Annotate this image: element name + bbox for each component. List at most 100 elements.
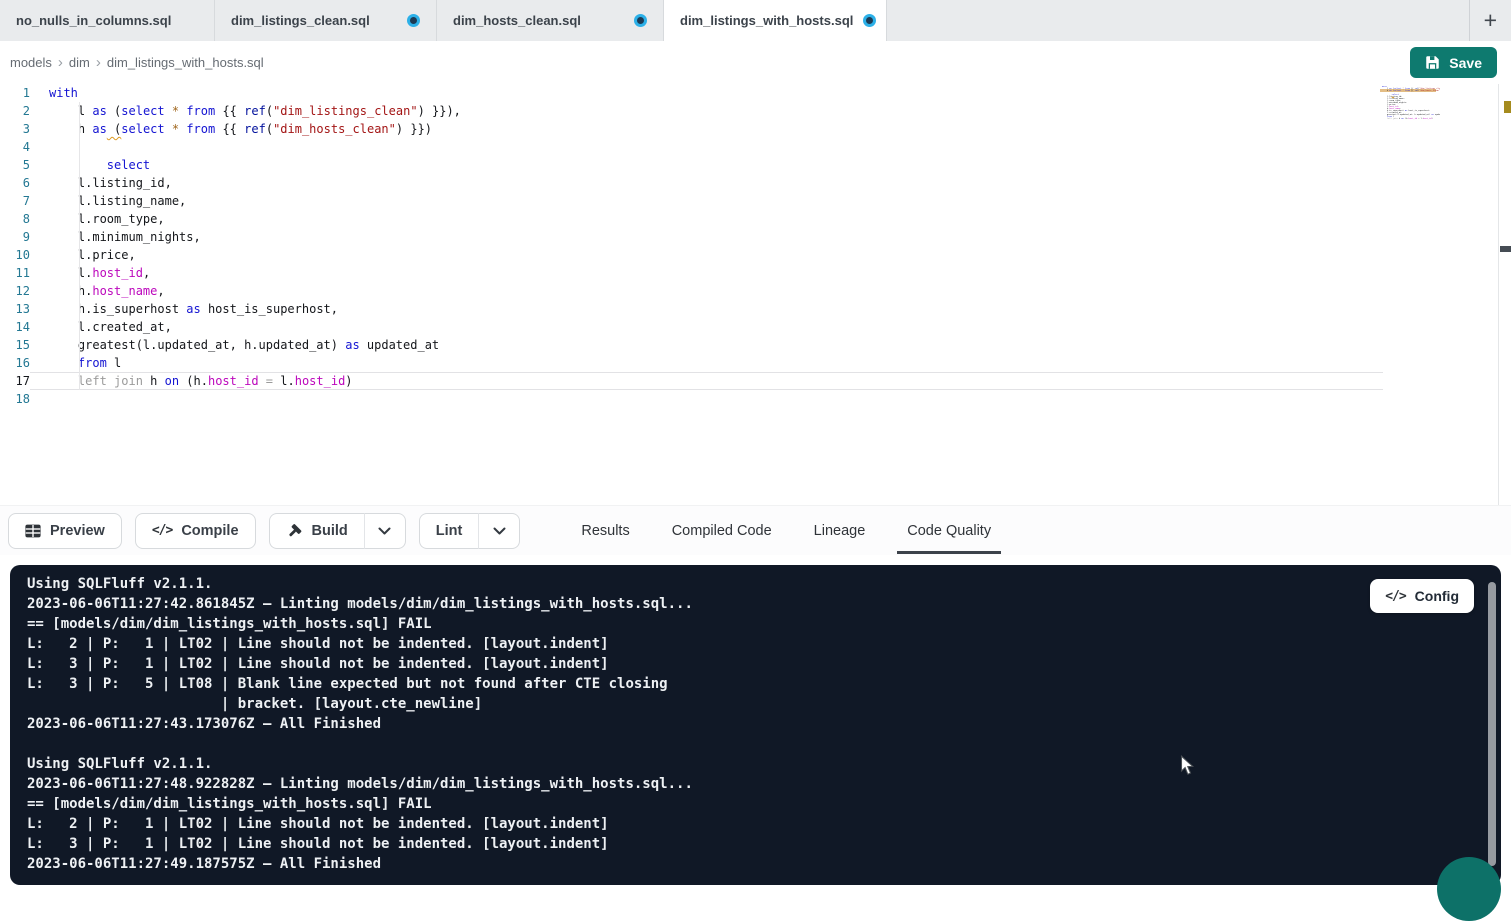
file-tab-label: dim_listings_with_hosts.sql [680, 13, 853, 28]
lint-options-dropdown[interactable] [478, 513, 520, 549]
help-floating-button[interactable] [1437, 857, 1501, 921]
line-number: 9 [0, 228, 30, 246]
unsaved-changes-icon [407, 14, 420, 27]
save-button[interactable]: Save [1410, 47, 1497, 78]
overview-warning-marker [1504, 101, 1511, 113]
code-line-6[interactable]: 6 l.listing_id, [0, 174, 1511, 192]
code-editor[interactable]: 1with2 l as (select * from {{ ref("dim_l… [0, 84, 1511, 505]
terminal-output: Using SQLFluff v2.1.1. 2023-06-06T11:27:… [10, 565, 1501, 874]
code-line-content: l as (select * from {{ ref("dim_listings… [30, 102, 1383, 120]
file-tab-label: no_nulls_in_columns.sql [16, 13, 171, 28]
line-number: 1 [0, 84, 30, 102]
results-tab-results[interactable]: Results [579, 508, 631, 554]
code-line-17[interactable]: 17 left join h on (h.host_id = l.host_id… [0, 372, 1511, 390]
code-line-content [30, 138, 1383, 156]
overview-cursor-marker [1500, 246, 1511, 252]
line-number: 8 [0, 210, 30, 228]
editor-tab-bar: no_nulls_in_columns.sql dim_listings_clea… [0, 0, 1511, 41]
build-button[interactable]: Build [269, 513, 364, 549]
code-line-content: h.is_superhost as host_is_superhost, [30, 300, 1383, 318]
line-number: 18 [0, 390, 30, 408]
file-tab-dim_hosts_clean.sql[interactable]: dim_hosts_clean.sql [437, 0, 664, 41]
minimap-line: h as (select * from {{ ref("dim_hosts_cl… [1382, 90, 1440, 92]
results-tab-lineage[interactable]: Lineage [812, 508, 868, 554]
code-line-8[interactable]: 8 l.room_type, [0, 210, 1511, 228]
code-line-18[interactable]: 18 [0, 390, 1511, 408]
code-line-content: from l [30, 354, 1383, 372]
editor-action-toolbar: Preview </> Compile Build Lint [0, 505, 1511, 555]
code-line-15[interactable]: 15 greatest(l.updated_at, h.updated_at) … [0, 336, 1511, 354]
results-tab-bar: Results Compiled Code Lineage Code Quality [579, 506, 993, 555]
config-button-label: Config [1415, 588, 1459, 604]
file-tab-dim_listings_with_hosts.sql[interactable]: dim_listings_with_hosts.sql [664, 0, 887, 41]
code-line-3[interactable]: 3 h as (select * from {{ ref("dim_hosts_… [0, 120, 1511, 138]
minimap[interactable]: with l as (select * from {{ ref("dim_lis… [1382, 86, 1440, 122]
code-line-13[interactable]: 13 h.is_superhost as host_is_superhost, [0, 300, 1511, 318]
code-line-content: with [30, 84, 1383, 102]
new-file-button[interactable]: + [1484, 9, 1497, 32]
code-brackets-icon: </> [152, 523, 172, 538]
line-number: 5 [0, 156, 30, 174]
file-tab-dim_listings_clean.sql[interactable]: dim_listings_clean.sql [215, 0, 437, 41]
line-number: 6 [0, 174, 30, 192]
unsaved-changes-icon [863, 14, 876, 27]
compile-button[interactable]: </> Compile [135, 513, 256, 549]
code-line-content: select [30, 156, 1383, 174]
breadcrumb-item-dim[interactable]: dim [69, 55, 90, 70]
line-number: 12 [0, 282, 30, 300]
minimap-line [1382, 120, 1440, 122]
line-number: 16 [0, 354, 30, 372]
code-lines: 1with2 l as (select * from {{ ref("dim_l… [0, 84, 1511, 505]
lint-button[interactable]: Lint [419, 513, 479, 549]
code-line-content: left join h on (h.host_id = l.host_id) [30, 372, 1383, 390]
table-grid-icon [25, 524, 41, 538]
code-line-4[interactable]: 4 [0, 138, 1511, 156]
config-button[interactable]: </> Config [1370, 579, 1474, 613]
line-number: 11 [0, 264, 30, 282]
code-line-1[interactable]: 1with [0, 84, 1511, 102]
line-number: 4 [0, 138, 30, 156]
line-number: 15 [0, 336, 30, 354]
code-brackets-icon: </> [1385, 589, 1405, 604]
file-tab-no_nulls_in_columns.sql[interactable]: no_nulls_in_columns.sql [0, 0, 215, 41]
code-line-content: l.price, [30, 246, 1383, 264]
compile-button-label: Compile [181, 523, 238, 539]
code-line-5[interactable]: 5 select [0, 156, 1511, 174]
terminal-scrollbar-thumb[interactable] [1488, 582, 1496, 866]
code-line-10[interactable]: 10 l.price, [0, 246, 1511, 264]
code-line-7[interactable]: 7 l.listing_name, [0, 192, 1511, 210]
code-line-16[interactable]: 16 from l [0, 354, 1511, 372]
line-number: 10 [0, 246, 30, 264]
preview-button-label: Preview [50, 523, 105, 539]
line-number: 13 [0, 300, 30, 318]
code-line-12[interactable]: 12 h.host_name, [0, 282, 1511, 300]
code-line-content: h as (select * from {{ ref("dim_hosts_cl… [30, 120, 1383, 138]
code-line-9[interactable]: 9 l.minimum_nights, [0, 228, 1511, 246]
line-number: 2 [0, 102, 30, 120]
code-line-content: greatest(l.updated_at, h.updated_at) as … [30, 336, 1383, 354]
code-line-11[interactable]: 11 l.host_id, [0, 264, 1511, 282]
line-number: 17 [0, 372, 30, 390]
breadcrumb: models › dim › dim_listings_with_hosts.s… [0, 41, 1511, 84]
breadcrumb-item-file[interactable]: dim_listings_with_hosts.sql [107, 55, 264, 70]
code-line-content: l.listing_name, [30, 192, 1383, 210]
lint-button-label: Lint [436, 523, 463, 539]
file-tab-label: dim_hosts_clean.sql [453, 13, 581, 28]
breadcrumb-separator-icon: › [58, 55, 63, 70]
file-tab-label: dim_listings_clean.sql [231, 13, 370, 28]
breadcrumb-item-models[interactable]: models [10, 55, 52, 70]
results-tab-compiled-code[interactable]: Compiled Code [670, 508, 774, 554]
lint-button-group: Lint [419, 513, 521, 549]
chevron-down-icon [493, 527, 506, 535]
build-button-label: Build [312, 523, 348, 539]
preview-button[interactable]: Preview [8, 513, 122, 549]
code-line-2[interactable]: 2 l as (select * from {{ ref("dim_listin… [0, 102, 1511, 120]
results-tab-code-quality[interactable]: Code Quality [905, 508, 993, 554]
tab-bar-actions: + [1469, 0, 1511, 41]
code-line-content: l.host_id, [30, 264, 1383, 282]
build-options-dropdown[interactable] [364, 513, 406, 549]
code-line-content: l.created_at, [30, 318, 1383, 336]
code-line-14[interactable]: 14 l.created_at, [0, 318, 1511, 336]
open-file-tabs: no_nulls_in_columns.sql dim_listings_clea… [0, 0, 887, 41]
code-line-content: l.room_type, [30, 210, 1383, 228]
